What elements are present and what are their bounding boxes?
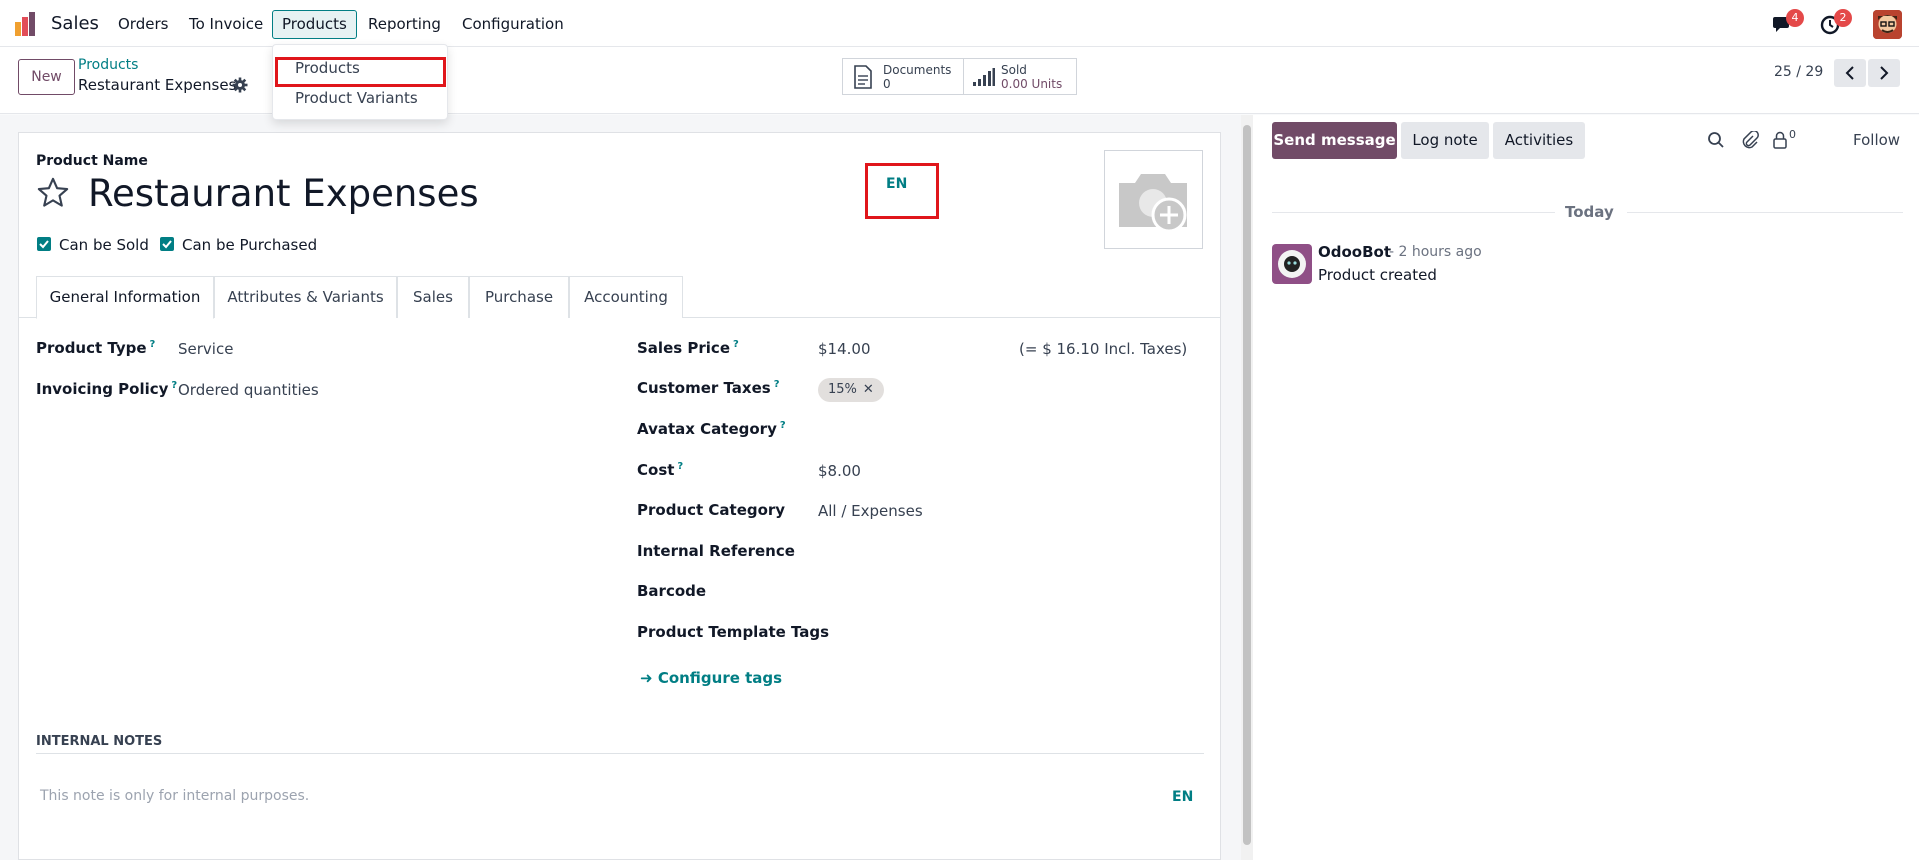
user-avatar[interactable] [1873, 10, 1902, 39]
tax-tag-label: 15% [828, 382, 857, 397]
tab-general-information[interactable]: General Information [36, 276, 214, 319]
chatter-panel [1253, 115, 1919, 860]
signal-bars-icon [973, 68, 995, 86]
today-divider-right [1627, 212, 1903, 213]
help-icon[interactable]: ? [171, 380, 177, 391]
sales-price-incl-taxes: (= $ 16.10 Incl. Taxes) [1019, 340, 1188, 358]
search-icon[interactable] [1707, 131, 1725, 149]
message-author[interactable]: OdooBot [1318, 243, 1391, 261]
product-type-label: Product Type? [36, 339, 156, 357]
dropdown-item-product-variants[interactable]: Product Variants [295, 89, 418, 107]
customer-taxes-label: Customer Taxes? [637, 379, 780, 397]
paperclip-icon[interactable] [1741, 131, 1759, 149]
menu-products[interactable]: Products [272, 10, 357, 39]
sales-app-icon[interactable] [14, 12, 40, 36]
chevron-left-icon [1845, 66, 1854, 80]
activities-badge: 2 [1834, 9, 1852, 27]
sales-price-label: Sales Price? [637, 339, 739, 357]
product-name-field[interactable]: Restaurant Expenses [88, 172, 479, 215]
can-be-purchased-label[interactable]: Can be Purchased [182, 236, 317, 254]
pager-next-button[interactable] [1868, 59, 1900, 87]
breadcrumb-current: Restaurant Expenses [78, 76, 237, 94]
today-divider-left [1272, 212, 1555, 213]
sold-label: Sold [1001, 63, 1027, 77]
favorite-star-icon[interactable] [36, 176, 70, 210]
help-icon[interactable]: ? [774, 379, 780, 390]
internal-notes-input[interactable]: This note is only for internal purposes. [40, 788, 309, 804]
sold-value: 0.00 Units [1001, 77, 1063, 91]
can-be-purchased-checkbox[interactable] [160, 237, 174, 251]
camera-add-icon [1119, 174, 1187, 233]
gear-icon[interactable] [232, 77, 248, 93]
configure-tags-link[interactable]: ➜ Configure tags [640, 669, 782, 687]
top-navbar: Sales Orders To Invoice Products Reporti… [0, 0, 1919, 47]
sold-smart-button[interactable]: Sold 0.00 Units [963, 58, 1077, 95]
products-dropdown-menu: Products Product Variants [272, 44, 448, 120]
documents-smart-button[interactable]: Documents 0 [842, 58, 964, 95]
product-template-tags-label: Product Template Tags [637, 623, 830, 641]
internal-notes-title: INTERNAL NOTES [36, 734, 163, 749]
language-badge[interactable]: EN [886, 176, 907, 192]
scrollbar-thumb[interactable] [1243, 125, 1251, 845]
arrow-right-icon: ➜ [640, 669, 653, 687]
user-avatar-icon [1873, 10, 1902, 39]
message-body: Product created [1318, 266, 1437, 284]
invoicing-policy-value[interactable]: Ordered quantities [178, 381, 319, 399]
menu-orders[interactable]: Orders [118, 15, 168, 33]
messages-badge: 4 [1786, 9, 1804, 27]
tab-attributes-variants[interactable]: Attributes & Variants [214, 276, 397, 318]
new-button[interactable]: New [18, 59, 75, 95]
checkmark-icon [162, 240, 172, 249]
documents-count: 0 [883, 77, 891, 91]
help-icon[interactable]: ? [780, 420, 786, 431]
dropdown-item-products[interactable]: Products [295, 59, 360, 77]
invoicing-policy-label: Invoicing Policy? [36, 380, 178, 398]
pager-value[interactable]: 25 / 29 [1774, 64, 1823, 80]
tax-tag[interactable]: 15% ✕ [818, 378, 884, 402]
notes-language-badge[interactable]: EN [1172, 789, 1193, 805]
can-be-sold-checkbox[interactable] [37, 237, 51, 251]
form-scrollbar[interactable] [1241, 115, 1253, 860]
menu-to-invoice[interactable]: To Invoice [189, 15, 263, 33]
checkmark-icon [39, 240, 49, 249]
can-be-sold-label[interactable]: Can be Sold [59, 236, 149, 254]
chevron-right-icon [1880, 66, 1889, 80]
documents-label: Documents [883, 63, 952, 77]
product-category-value[interactable]: All / Expenses [818, 502, 923, 520]
activities-button[interactable]: Activities [1493, 122, 1585, 159]
pager-previous-button[interactable] [1834, 59, 1866, 87]
product-image[interactable] [1104, 150, 1203, 249]
app-name[interactable]: Sales [51, 13, 99, 34]
tab-purchase[interactable]: Purchase [469, 276, 569, 318]
log-note-button[interactable]: Log note [1401, 122, 1489, 159]
help-icon[interactable]: ? [733, 339, 739, 350]
avatax-category-label: Avatax Category? [637, 420, 786, 438]
tab-accounting[interactable]: Accounting [569, 276, 683, 318]
internal-reference-label: Internal Reference [637, 542, 795, 560]
help-icon[interactable]: ? [677, 461, 683, 472]
barcode-label: Barcode [637, 582, 707, 600]
lock-followers-icon[interactable] [1772, 131, 1788, 149]
follow-button[interactable]: Follow [1853, 131, 1900, 149]
menu-reporting[interactable]: Reporting [368, 15, 441, 33]
today-separator: Today [1565, 203, 1614, 221]
product-name-label: Product Name [36, 153, 148, 169]
robot-icon [1278, 250, 1306, 278]
product-category-label: Product Category [637, 501, 786, 519]
help-icon[interactable]: ? [150, 339, 156, 350]
internal-notes-divider [36, 753, 1204, 754]
menu-configuration[interactable]: Configuration [462, 15, 564, 33]
odoobot-avatar[interactable] [1272, 244, 1312, 284]
product-type-value[interactable]: Service [178, 340, 233, 358]
followers-count: 0 [1789, 128, 1796, 141]
cost-value[interactable]: $8.00 [818, 462, 861, 480]
send-message-button[interactable]: Send message [1272, 122, 1397, 159]
message-time: - 2 hours ago [1389, 244, 1482, 260]
cost-label: Cost? [637, 461, 684, 479]
sales-price-value[interactable]: $14.00 [818, 340, 871, 358]
document-icon [854, 65, 872, 89]
remove-tag-icon[interactable]: ✕ [863, 382, 874, 397]
tab-sales[interactable]: Sales [397, 276, 469, 318]
breadcrumb-products-link[interactable]: Products [78, 57, 138, 73]
